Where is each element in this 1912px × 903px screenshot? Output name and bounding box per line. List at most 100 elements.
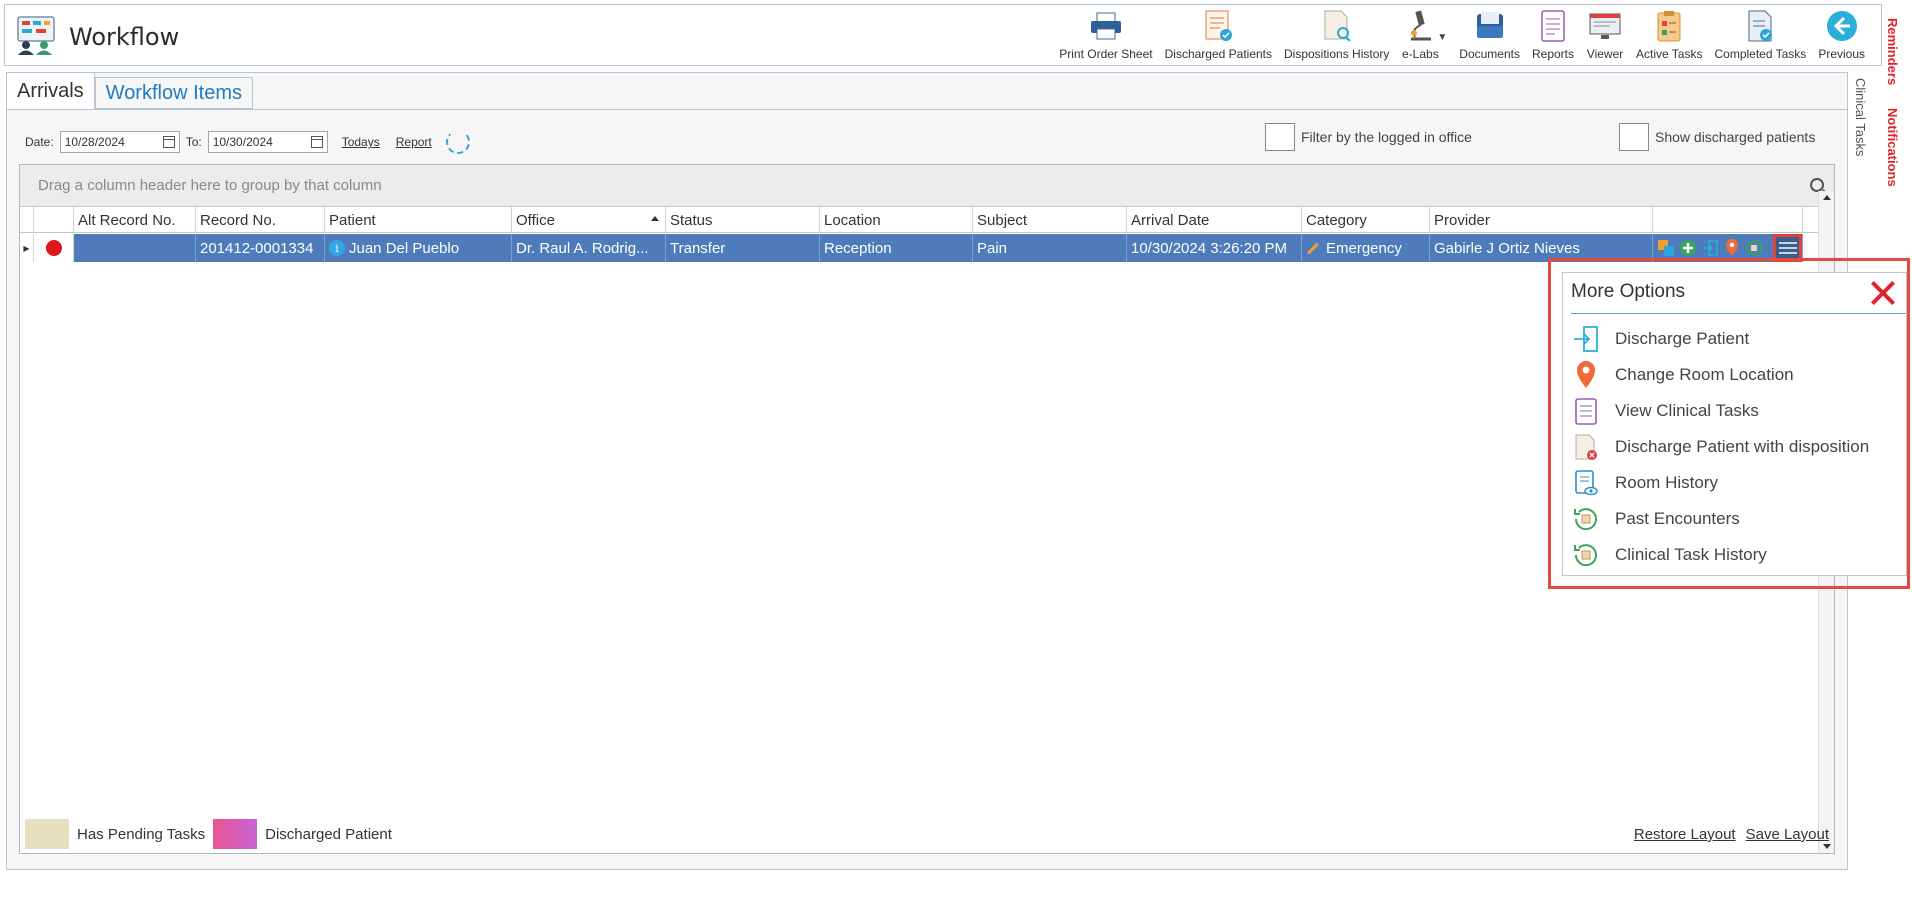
option-label: Change Room Location <box>1615 365 1794 384</box>
restore-layout-link[interactable]: Restore Layout <box>1634 826 1736 843</box>
add-icon[interactable] <box>1679 239 1697 257</box>
calendar-icon[interactable] <box>310 136 323 148</box>
microscope-icon <box>1401 8 1439 44</box>
discharge-with-disposition-option[interactable]: Discharge Patient with disposition <box>1571 429 1869 465</box>
history-icon[interactable] <box>1745 239 1763 257</box>
column-header-row: Alt Record No. Record No. Patient Office… <box>20 207 1818 233</box>
option-label: Past Encounters <box>1615 509 1740 528</box>
room-history-option[interactable]: Room History <box>1571 465 1869 501</box>
print-order-sheet-button[interactable]: Print Order Sheet <box>1053 8 1158 64</box>
column-header-office[interactable]: Office <box>512 207 666 233</box>
column-header-location[interactable]: Location <box>820 207 973 233</box>
cell-alt-record <box>74 234 196 262</box>
clinical-tasks-tab[interactable]: Clinical Tasks <box>1853 78 1868 157</box>
cell-category: Emergency <box>1302 234 1430 262</box>
option-label: Clinical Task History <box>1615 545 1767 564</box>
pending-swatch <box>25 819 69 849</box>
scroll-down-icon[interactable] <box>1823 844 1831 849</box>
clinical-task-history-option[interactable]: Clinical Task History <box>1571 537 1869 573</box>
cell-patient: i Juan Del Pueblo <box>325 234 512 262</box>
documents-icon <box>1471 8 1509 44</box>
reports-button[interactable]: Reports <box>1526 8 1580 64</box>
cell-subject: Pain <box>973 234 1127 262</box>
previous-button[interactable]: Previous <box>1812 8 1871 64</box>
column-header-actions <box>1653 207 1803 233</box>
pencil-icon <box>1306 241 1320 255</box>
cell-status: Transfer <box>666 234 820 262</box>
info-icon[interactable]: i <box>329 240 345 256</box>
tab-workflow-items[interactable]: Workflow Items <box>94 77 253 109</box>
printer-icon <box>1087 8 1125 44</box>
refresh-icon[interactable] <box>445 130 470 154</box>
cell-office: Dr. Raul A. Rodrig... <box>512 234 666 262</box>
patient-name: Juan Del Pueblo <box>349 239 460 257</box>
column-header-patient[interactable]: Patient <box>325 207 512 233</box>
viewer-button[interactable]: Viewer <box>1580 8 1630 64</box>
column-header-office-label: Office <box>516 211 555 229</box>
date-label: Date: <box>25 135 54 149</box>
dispositions-history-button[interactable]: Dispositions History <box>1278 8 1395 64</box>
toolbar: Print Order Sheet Discharged Patients Di… <box>1053 8 1871 64</box>
scroll-up-icon[interactable] <box>1823 195 1831 200</box>
option-label: View Clinical Tasks <box>1615 401 1759 420</box>
cell-location: Reception <box>820 234 973 262</box>
column-header-alt-record[interactable]: Alt Record No. <box>74 207 196 233</box>
toolbar-label: Dispositions History <box>1284 47 1390 61</box>
category-value: Emergency <box>1326 239 1402 257</box>
status-dot <box>34 234 74 262</box>
document-view-icon <box>1571 468 1601 498</box>
toolbar-label: Completed Tasks <box>1714 47 1807 61</box>
toolbar-label: Viewer <box>1586 47 1624 61</box>
date-to-field[interactable]: 10/30/2024 <box>207 131 328 153</box>
todays-link[interactable]: Todays <box>342 135 380 149</box>
column-header-subject[interactable]: Subject <box>973 207 1127 233</box>
tab-strip: Arrivals Workflow Items <box>7 73 253 109</box>
toolbar-label: Reports <box>1531 47 1575 61</box>
column-header-category[interactable]: Category <box>1302 207 1430 233</box>
discharge-patient-option[interactable]: Discharge Patient <box>1571 321 1869 357</box>
cell-arrival-date: 10/30/2024 3:26:20 PM <box>1127 234 1302 262</box>
transfer-icon[interactable] <box>1657 239 1675 257</box>
date-filters: Date: 10/28/2024 To: 10/30/2024 Todays R… <box>25 128 470 156</box>
close-icon[interactable] <box>1866 276 1900 310</box>
filter-office-checkbox[interactable] <box>1265 123 1295 151</box>
column-header-arrival-date[interactable]: Arrival Date <box>1127 207 1302 233</box>
date-from-field[interactable]: 10/28/2024 <box>59 131 180 153</box>
column-header-status[interactable]: Status <box>666 207 820 233</box>
discharged-patients-icon <box>1199 8 1237 44</box>
option-label: Discharge Patient <box>1615 329 1750 348</box>
documents-button[interactable]: Documents <box>1453 8 1526 64</box>
group-by-hint: Drag a column header here to group by th… <box>38 177 382 194</box>
reminders-tab[interactable]: Reminders <box>1885 18 1900 85</box>
toolbar-label: e-Labs <box>1402 47 1439 61</box>
discharge-icon[interactable] <box>1701 239 1719 257</box>
viewer-icon <box>1586 8 1624 44</box>
active-tasks-button[interactable]: Active Tasks <box>1630 8 1708 64</box>
group-by-panel[interactable]: Drag a column header here to group by th… <box>20 165 1834 207</box>
options-list: Discharge Patient Change Room Location V… <box>1571 321 1869 573</box>
column-header-record[interactable]: Record No. <box>196 207 325 233</box>
calendar-icon[interactable] <box>162 136 175 148</box>
app-header: Workflow Print Order Sheet Discharged Pa… <box>4 4 1882 66</box>
show-discharged-checkbox[interactable] <box>1619 123 1649 151</box>
discharged-patients-button[interactable]: Discharged Patients <box>1159 8 1278 64</box>
notifications-tab[interactable]: Notifications <box>1885 108 1900 187</box>
workflow-logo-icon <box>15 15 57 57</box>
save-layout-link[interactable]: Save Layout <box>1746 826 1829 843</box>
completed-tasks-button[interactable]: Completed Tasks <box>1708 8 1812 64</box>
red-status-icon <box>44 239 63 257</box>
row-indicator-header <box>20 207 34 233</box>
search-icon[interactable] <box>1810 178 1824 192</box>
discharge-icon <box>1571 324 1601 354</box>
cell-record: 201412-0001334 <box>196 234 325 262</box>
location-pin-icon[interactable] <box>1723 239 1741 257</box>
show-discharged-label: Show discharged patients <box>1655 129 1816 145</box>
column-header-provider[interactable]: Provider <box>1430 207 1653 233</box>
tab-arrivals[interactable]: Arrivals <box>7 73 95 109</box>
report-link[interactable]: Report <box>396 135 432 149</box>
change-room-location-option[interactable]: Change Room Location <box>1571 357 1869 393</box>
hamburger-line <box>1778 252 1797 254</box>
past-encounters-option[interactable]: Past Encounters <box>1571 501 1869 537</box>
filter-office-label: Filter by the logged in office <box>1301 129 1472 145</box>
view-clinical-tasks-option[interactable]: View Clinical Tasks <box>1571 393 1869 429</box>
